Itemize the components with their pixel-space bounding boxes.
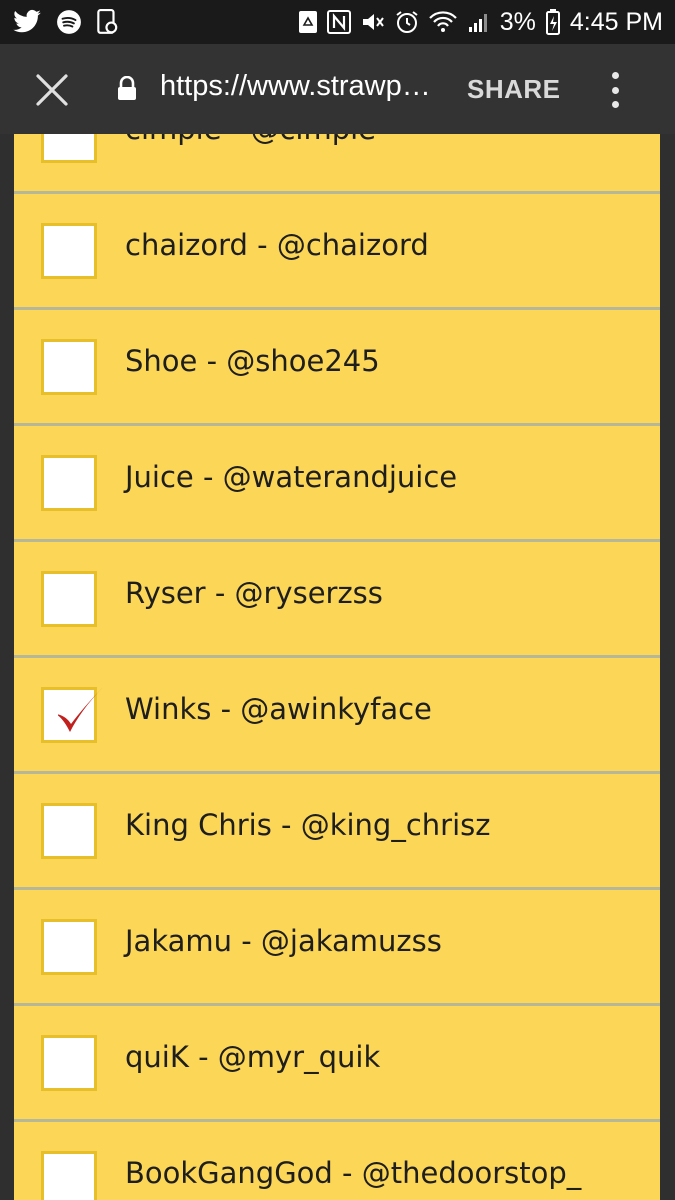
poll-option[interactable]: Shoe - @shoe245 — [14, 310, 660, 426]
system-icons: 3% 4:45 PM — [298, 0, 663, 44]
checkbox-checked[interactable] — [41, 687, 103, 743]
cell-signal-icon — [467, 10, 491, 34]
share-button[interactable]: SHARE — [467, 74, 561, 105]
poll-option[interactable]: chaizord - @chaizord — [14, 194, 660, 310]
option-label: cimple - @cimple — [125, 134, 376, 146]
poll-option-selected[interactable]: Winks - @awinkyface — [14, 658, 660, 774]
battery-percent: 3% — [499, 7, 536, 36]
poll-option[interactable]: BookGangGod - @thedoorstop_ — [14, 1122, 660, 1200]
checkbox[interactable] — [41, 919, 97, 975]
screenshot-icon — [96, 9, 118, 35]
option-label: Shoe - @shoe245 — [125, 344, 380, 378]
clock: 4:45 PM — [569, 7, 663, 36]
poll-option[interactable]: King Chris - @king_chrisz — [14, 774, 660, 890]
lock-icon — [116, 75, 138, 106]
option-label: chaizord - @chaizord — [125, 228, 429, 262]
option-label: Winks - @awinkyface — [125, 692, 432, 726]
checkmark-icon — [58, 688, 103, 732]
checkbox[interactable] — [41, 571, 97, 627]
twitter-icon — [12, 9, 42, 35]
option-label: quiK - @myr_quik — [125, 1040, 381, 1074]
wifi-icon — [428, 10, 458, 34]
close-button[interactable] — [28, 66, 76, 114]
recycle-icon — [298, 10, 318, 34]
option-label: Jakamu - @jakamuzss — [125, 924, 442, 958]
spotify-icon — [56, 9, 82, 35]
alarm-icon — [395, 10, 419, 34]
more-vert-icon[interactable] — [600, 72, 630, 108]
checkbox[interactable] — [41, 803, 97, 859]
option-label: Ryser - @ryserzss — [125, 576, 383, 610]
page-content: cimple - @cimple chaizord - @chaizord Sh… — [0, 134, 675, 1200]
browser-toolbar: https://www.strawp… SHARE — [0, 44, 675, 134]
nfc-icon — [326, 10, 351, 34]
close-icon — [36, 74, 68, 106]
poll-options-panel: cimple - @cimple chaizord - @chaizord Sh… — [14, 134, 660, 1200]
notification-icons — [12, 0, 118, 44]
poll-option[interactable]: quiK - @myr_quik — [14, 1006, 660, 1122]
poll-option[interactable]: Juice - @waterandjuice — [14, 426, 660, 542]
url-text[interactable]: https://www.strawp… — [160, 70, 431, 103]
poll-option[interactable]: cimple - @cimple — [14, 134, 660, 194]
option-label: Juice - @waterandjuice — [125, 460, 458, 494]
option-label: BookGangGod - @thedoorstop_ — [125, 1156, 582, 1190]
checkbox[interactable] — [41, 1035, 97, 1091]
checkbox[interactable] — [41, 339, 97, 395]
checkbox[interactable] — [41, 134, 97, 163]
vibrate-mute-icon — [360, 10, 386, 34]
status-bar: 3% 4:45 PM — [0, 0, 675, 44]
checkbox[interactable] — [41, 223, 97, 279]
poll-option[interactable]: Jakamu - @jakamuzss — [14, 890, 660, 1006]
poll-option[interactable]: Ryser - @ryserzss — [14, 542, 660, 658]
checkbox[interactable] — [41, 1151, 97, 1200]
battery-icon — [545, 8, 561, 36]
checkbox[interactable] — [41, 455, 97, 511]
option-label: King Chris - @king_chrisz — [125, 808, 491, 842]
